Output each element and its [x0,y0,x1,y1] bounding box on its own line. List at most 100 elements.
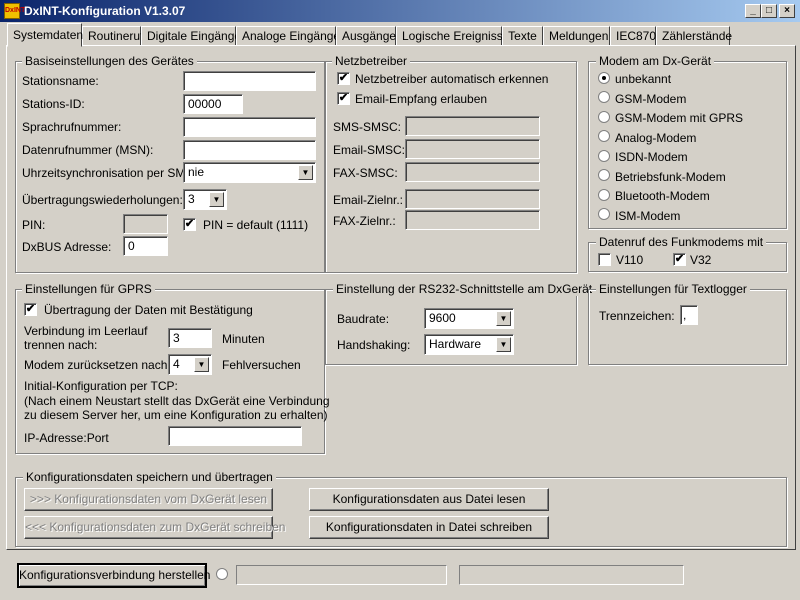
dxbus-adresse-input[interactable]: 0 [123,236,168,256]
email-smsc-input[interactable] [405,139,540,159]
modem-radio-ism[interactable] [598,208,610,220]
modem-radio-analog[interactable] [598,130,610,142]
v110-checkbox[interactable] [598,253,611,266]
stations-id-input[interactable]: 00000 [183,94,243,114]
status-field-2 [459,565,684,585]
sms-smsc-label: SMS-SMSC: [333,120,402,134]
maximize-button[interactable]: □ [761,4,777,18]
modem-option-label: Betriebsfunk-Modem [615,170,726,184]
handshaking-value: Hardware [429,337,482,351]
tab-meldungen[interactable]: Meldungen [543,26,610,46]
textlogger-group [588,289,787,365]
app-icon: DxINT [4,3,25,19]
email-zielnr-input[interactable] [405,189,540,209]
tcp-title: Initial-Konfiguration per TCP: [24,379,178,393]
lesen-vom-geraet-button[interactable]: >>> Konfigurationsdaten vom DxGerät lese… [24,488,273,511]
schreiben-zum-geraet-button[interactable]: <<< Konfigurationsdaten zum DxGerät schr… [24,516,285,539]
sms-smsc-input[interactable] [405,116,540,136]
chevron-down-icon[interactable]: ▼ [298,165,313,180]
chevron-down-icon[interactable]: ▼ [194,357,209,372]
tab-zaehlerstaende[interactable]: Zählerstände [656,26,732,46]
modem-reset-label: Modem zurücksetzen nach: [24,358,171,372]
leerlauf-label-2: trennen nach: [24,338,98,352]
stationsname-input[interactable] [183,71,316,91]
uhrzeitsynchronisation-value: nie [188,165,205,179]
pin-default-label: PIN = default (1111) [203,218,309,232]
sprachrufnummer-label: Sprachrufnummer: [22,120,122,134]
pin-input[interactable] [123,214,168,234]
dxbus-adresse-label: DxBUS Adresse: [22,240,112,254]
lesen-aus-datei-button[interactable]: Konfigurationsdaten aus Datei lesen [309,488,549,511]
modem-radio-gsm-gprs[interactable] [598,111,610,123]
bestaetigung-label: Übertragung der Daten mit Bestätigung [44,303,253,317]
status-field-1 [236,565,447,585]
konfigurationsdaten-legend: Konfigurationsdaten speichern und übertr… [23,470,276,484]
uhrzeitsynchronisation-label: Uhrzeitsynchronisation per SMS: [22,166,197,180]
tab-logische-ereignisse[interactable]: Logische Ereignisse [396,26,509,46]
pin-default-checkbox[interactable]: ✔ [183,218,196,231]
sprachrufnummer-input[interactable] [183,117,316,137]
chevron-down-icon[interactable]: ▼ [209,192,224,207]
minuten-label: Minuten [222,332,265,346]
close-button[interactable]: × [779,4,795,18]
uhrzeitsynchronisation-select[interactable]: nie ▼ [183,162,316,183]
baudrate-select[interactable]: 9600 ▼ [424,308,514,329]
modem-option-label: unbekannt [615,72,672,86]
leerlauf-input[interactable]: 3 [168,328,212,348]
fax-zielnr-label: FAX-Zielnr.: [333,214,396,228]
modem-option-label: GSM-Modem [615,92,687,106]
tab-texte[interactable]: Texte [502,26,543,46]
stations-id-label: Stations-ID: [22,97,85,111]
modem-radio-gsm[interactable] [598,91,610,103]
fax-smsc-label: FAX-SMSC: [333,166,398,180]
tab-digitale-eingaenge[interactable]: Digitale Eingänge [141,26,241,46]
datenruf-funkmodem-legend: Datenruf des Funkmodems mit [596,235,767,249]
modem-radio-betriebsfunk[interactable] [598,169,610,181]
modem-radio-isdn[interactable] [598,150,610,162]
modem-option-label: ISDN-Modem [615,150,688,164]
email-smsc-label: Email-SMSC: [333,143,406,157]
modem-radio-bluetooth[interactable] [598,189,610,201]
netzbetreiber-auto-checkbox[interactable]: ✔ [337,72,350,85]
uebertragungswiederholungen-select[interactable]: 3 ▼ [183,189,227,210]
modem-option-label: Analog-Modem [615,131,697,145]
fax-zielnr-input[interactable] [405,210,540,230]
verbindung-herstellen-button[interactable]: Konfigurationsverbindung herstellen [17,563,210,588]
uebertragungswiederholungen-value: 3 [188,192,195,206]
chevron-down-icon[interactable]: ▼ [496,337,511,352]
minimize-button[interactable]: _ [745,4,761,18]
tab-systemdaten[interactable]: Systemdaten [7,23,83,47]
tab-routineruf[interactable]: Routineruf [82,26,143,46]
fehlversuchen-label: Fehlversuchen [222,358,301,372]
trennzeichen-label: Trennzeichen: [599,309,675,323]
pin-label: PIN: [22,218,46,232]
gprs-legend: Einstellungen für GPRS [22,282,155,296]
tab-iec870[interactable]: IEC870 [610,26,656,46]
email-empfang-checkbox[interactable]: ✔ [337,92,350,105]
v32-checkbox[interactable]: ✔ [673,253,686,266]
modem-reset-select[interactable]: 4 ▼ [168,354,212,375]
basiseinstellungen-legend: Basiseinstellungen des Gerätes [22,54,197,68]
tab-analoge-eingaenge[interactable]: Analoge Eingänge [236,26,340,46]
connection-status-indicator [216,568,228,580]
tcp-note-2: zu diesem Server her, um eine Konfigurat… [24,408,328,422]
baudrate-label: Baudrate: [337,312,390,326]
v110-label: V110 [616,253,644,267]
chevron-down-icon[interactable]: ▼ [496,311,511,326]
ip-adresse-input[interactable] [168,426,302,446]
bestaetigung-checkbox[interactable]: ✔ [24,303,37,316]
modem-radio-unbekannt[interactable] [598,72,610,84]
modem-group [588,61,787,229]
handshaking-select[interactable]: Hardware ▼ [424,334,514,355]
datenrufnummer-label: Datenrufnummer (MSN): [22,143,154,157]
trennzeichen-input[interactable]: , [680,305,698,325]
email-zielnr-label: Email-Zielnr.: [333,193,404,207]
fax-smsc-input[interactable] [405,162,540,182]
schreiben-in-datei-button[interactable]: Konfigurationsdaten in Datei schreiben [309,516,549,539]
tcp-note-1: (Nach einem Neustart stellt das DxGerät … [24,394,330,408]
tab-ausgaenge[interactable]: Ausgänge [336,26,396,46]
rs232-legend: Einstellung der RS232-Schnittstelle am D… [333,282,596,296]
textlogger-legend: Einstellungen für Textlogger [596,282,750,296]
modem-option-label: GSM-Modem mit GPRS [615,111,744,125]
datenrufnummer-input[interactable] [183,140,316,160]
